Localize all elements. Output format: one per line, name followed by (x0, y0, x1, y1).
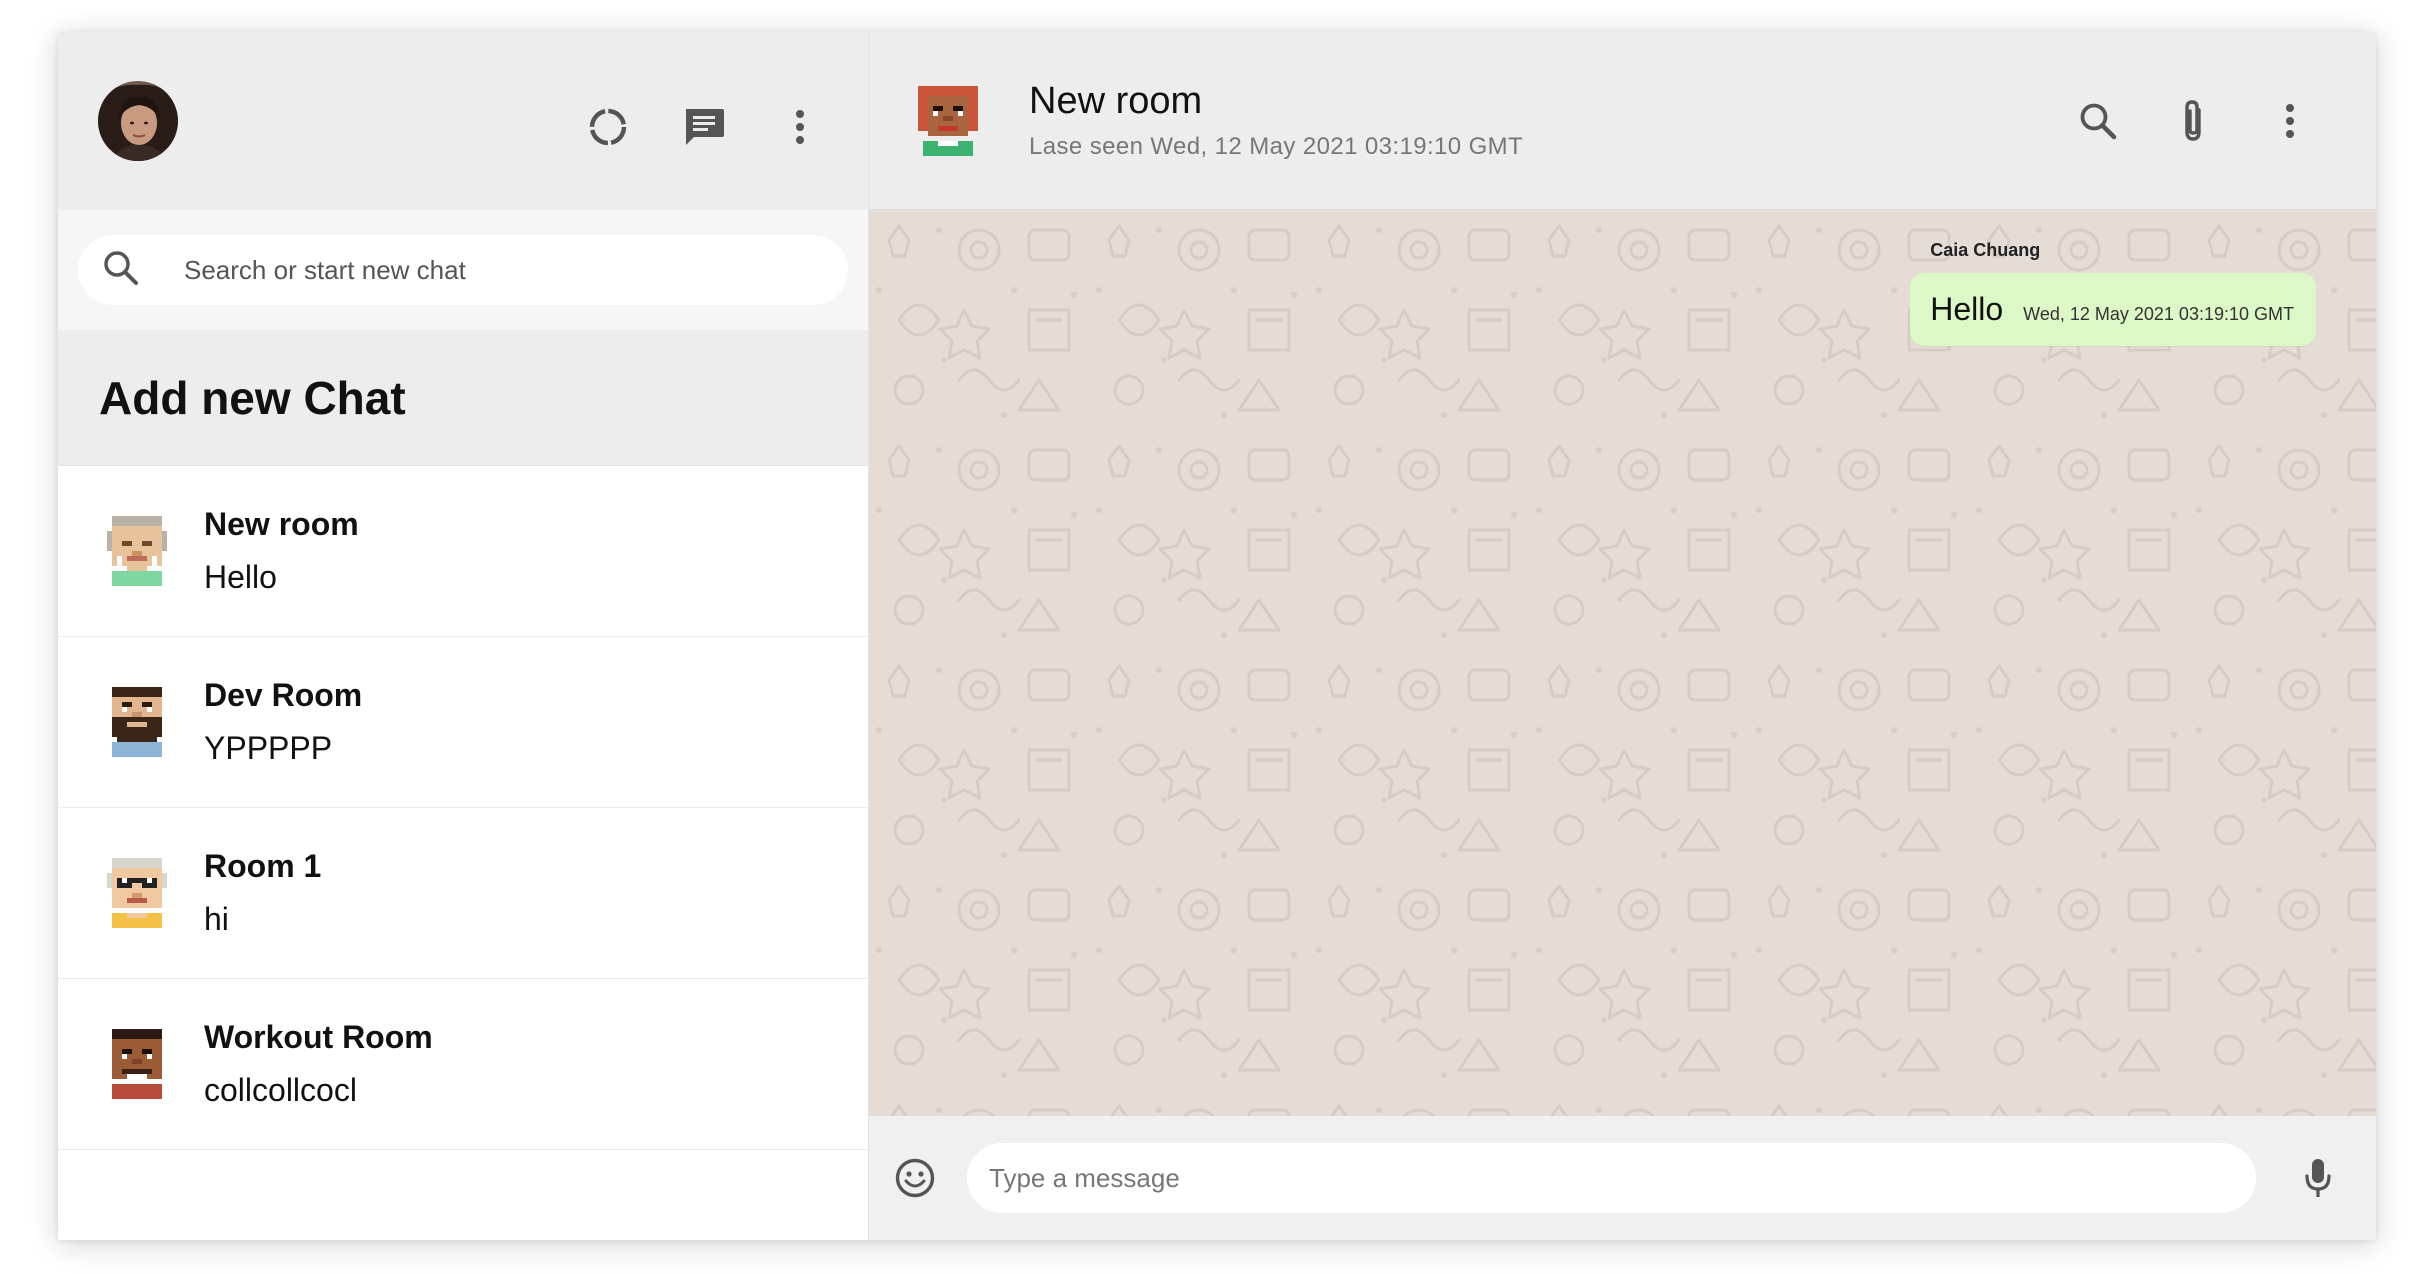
chat-list: New room Hello Dev Room YPPPPP Room 1 hi… (58, 466, 868, 1240)
message-sender: Caia Chuang (1930, 240, 2041, 260)
emoji-icon[interactable] (891, 1154, 939, 1202)
pixel-avatar-redhead[interactable] (913, 81, 983, 161)
user-avatar[interactable] (98, 81, 178, 161)
chat-list-item[interactable]: Room 1 hi (58, 808, 868, 979)
chat-name: Workout Room (204, 1019, 433, 1055)
status-icon[interactable] (584, 103, 632, 151)
more-vertical-icon[interactable] (2266, 97, 2314, 145)
sidebar-header (58, 32, 868, 210)
search-icon[interactable] (2074, 97, 2122, 145)
whatsapp-clone-window: Add new Chat New room Hello (58, 32, 2376, 1240)
chat-last-message: hi (204, 901, 229, 937)
chat-name: Dev Room (204, 677, 363, 713)
message-input-box (967, 1143, 2256, 1213)
pixel-avatar-grandma (107, 516, 167, 586)
message-text: Hello (1930, 291, 2004, 327)
chat-title: New room (1029, 80, 1203, 122)
search-bar-container (58, 210, 868, 330)
more-vertical-icon[interactable] (776, 103, 824, 151)
message-input[interactable] (989, 1162, 2256, 1194)
pixel-avatar-glasses (107, 858, 167, 928)
last-seen-status: Lase seen Wed, 12 May 2021 03:19:10 GMT (1029, 133, 1524, 160)
chat-header: New room Lase seen Wed, 12 May 2021 03:1… (869, 32, 2376, 210)
chat-header-actions (2074, 97, 2314, 145)
pixel-avatar-dark (112, 1029, 162, 1099)
sidebar-header-actions (584, 103, 824, 151)
chat-list-item[interactable]: Workout Room collcollcocl (58, 979, 868, 1150)
add-new-chat-button[interactable]: Add new Chat (58, 330, 868, 466)
chat-name: Room 1 (204, 848, 322, 884)
chat-name: New room (204, 506, 359, 542)
sidebar: Add new Chat New room Hello (58, 32, 869, 1240)
new-chat-icon[interactable] (680, 103, 728, 151)
search-input[interactable] (184, 254, 824, 286)
chat-list-item[interactable]: New room Hello (58, 466, 868, 637)
mic-icon[interactable] (2294, 1154, 2342, 1202)
message: Caia Chuang Hello Wed, 12 May 2021 03:19… (1910, 240, 2316, 346)
message-timestamp: Wed, 12 May 2021 03:19:10 GMT (2023, 304, 2294, 324)
message-bubble-sent[interactable]: Hello Wed, 12 May 2021 03:19:10 GMT (1910, 273, 2316, 346)
chat-pane: New room Lase seen Wed, 12 May 2021 03:1… (869, 32, 2376, 1240)
chat-last-message: YPPPPP (204, 730, 333, 766)
chat-last-message: Hello (204, 559, 277, 595)
chat-footer (869, 1116, 2376, 1240)
search-icon (102, 249, 140, 292)
message-area[interactable]: Caia Chuang Hello Wed, 12 May 2021 03:19… (869, 210, 2376, 1116)
search-box (78, 235, 848, 305)
chat-list-item[interactable]: Dev Room YPPPPP (58, 637, 868, 808)
chat-last-message: collcollcocl (204, 1072, 357, 1108)
attach-icon[interactable] (2170, 97, 2218, 145)
pixel-avatar-bearded (112, 687, 162, 757)
